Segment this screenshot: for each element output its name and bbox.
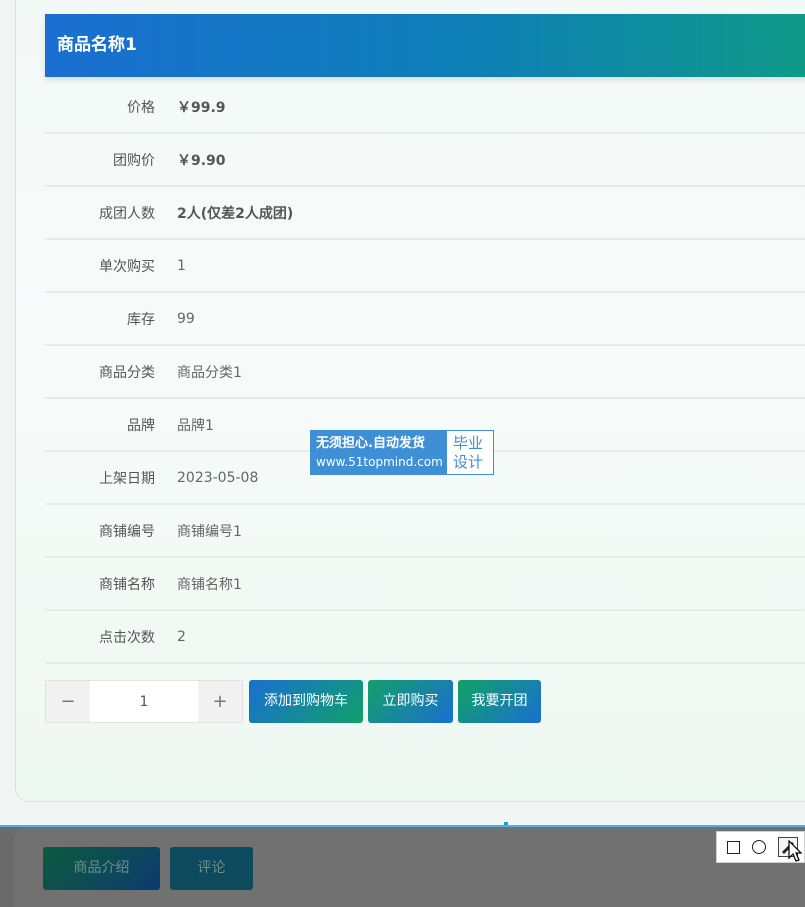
tab-product-intro[interactable]: 商品介绍	[43, 847, 160, 890]
watermark-line1: 无须担心.自动发货	[316, 436, 425, 451]
detail-row: 商铺名称 商铺名称1	[45, 558, 805, 611]
increase-quantity-button[interactable]: +	[198, 681, 242, 722]
detail-value: 商铺编号1	[177, 523, 242, 540]
detail-value: 99	[177, 310, 195, 327]
detail-row: 单次购买 1	[45, 240, 805, 293]
watermark-badge: 无须担心.自动发货 www.51topmind.com 毕业 设计	[310, 430, 494, 475]
detail-label: 品牌	[127, 417, 155, 434]
detail-row: 库存 99	[45, 293, 805, 346]
detail-row: 商品分类 商品分类1	[45, 346, 805, 399]
detail-label: 价格	[127, 99, 155, 116]
detail-value: ￥99.9	[177, 99, 226, 116]
detail-value: 2	[177, 628, 186, 645]
detail-row: 价格 ￥99.9	[45, 81, 805, 134]
watermark-line2: www.51topmind.com	[316, 455, 443, 469]
detail-label: 上架日期	[99, 470, 155, 487]
detail-value: 1	[177, 257, 186, 274]
detail-value: ￥9.90	[177, 152, 226, 169]
detail-row: 成团人数 2人(仅差2人成团)	[45, 187, 805, 240]
detail-label: 成团人数	[99, 205, 155, 222]
detail-label: 团购价	[113, 152, 155, 169]
detail-label: 库存	[127, 311, 155, 328]
watermark-right2: 设计	[453, 453, 484, 471]
detail-value: 2人(仅差2人成团)	[177, 205, 294, 222]
mouse-cursor-icon	[788, 840, 802, 862]
product-title: 商品名称1	[57, 35, 137, 55]
detail-value: 品牌1	[177, 417, 214, 434]
watermark-text: 无须担心.自动发货 www.51topmind.com	[311, 431, 447, 474]
buy-now-button[interactable]: 立即购买	[368, 680, 453, 723]
quantity-input[interactable]: 1	[90, 681, 198, 722]
detail-label: 点击次数	[99, 629, 155, 646]
square-icon[interactable]	[727, 840, 740, 854]
detail-value: 商铺名称1	[177, 576, 242, 593]
watermark-logo: 毕业 设计	[447, 431, 493, 474]
circle-icon[interactable]	[752, 840, 766, 854]
start-group-button[interactable]: 我要开团	[458, 680, 541, 723]
detail-row: 商铺编号 商铺编号1	[45, 505, 805, 558]
product-info-table: 价格 ￥99.9 团购价 ￥9.90 成团人数 2人(仅差2人成团) 单次购买 1 库存 99 商品…	[45, 81, 805, 664]
detail-row: 团购价 ￥9.90	[45, 134, 805, 187]
detail-label: 单次购买	[99, 258, 155, 275]
decrease-quantity-button[interactable]: −	[46, 681, 90, 722]
watermark-right1: 毕业	[453, 434, 484, 452]
add-to-cart-button[interactable]: 添加到购物车	[249, 680, 363, 723]
detail-value: 商品分类1	[177, 364, 242, 381]
tab-review[interactable]: 评论	[170, 847, 253, 890]
detail-label: 商品分类	[99, 364, 155, 381]
detail-label: 商铺名称	[99, 576, 155, 593]
detail-row: 点击次数 2	[45, 611, 805, 664]
detail-label: 商铺编号	[99, 523, 155, 540]
product-title-bar: 商品名称1	[45, 14, 805, 77]
quantity-stepper: − 1 +	[45, 680, 243, 723]
detail-value: 2023-05-08	[177, 469, 259, 486]
